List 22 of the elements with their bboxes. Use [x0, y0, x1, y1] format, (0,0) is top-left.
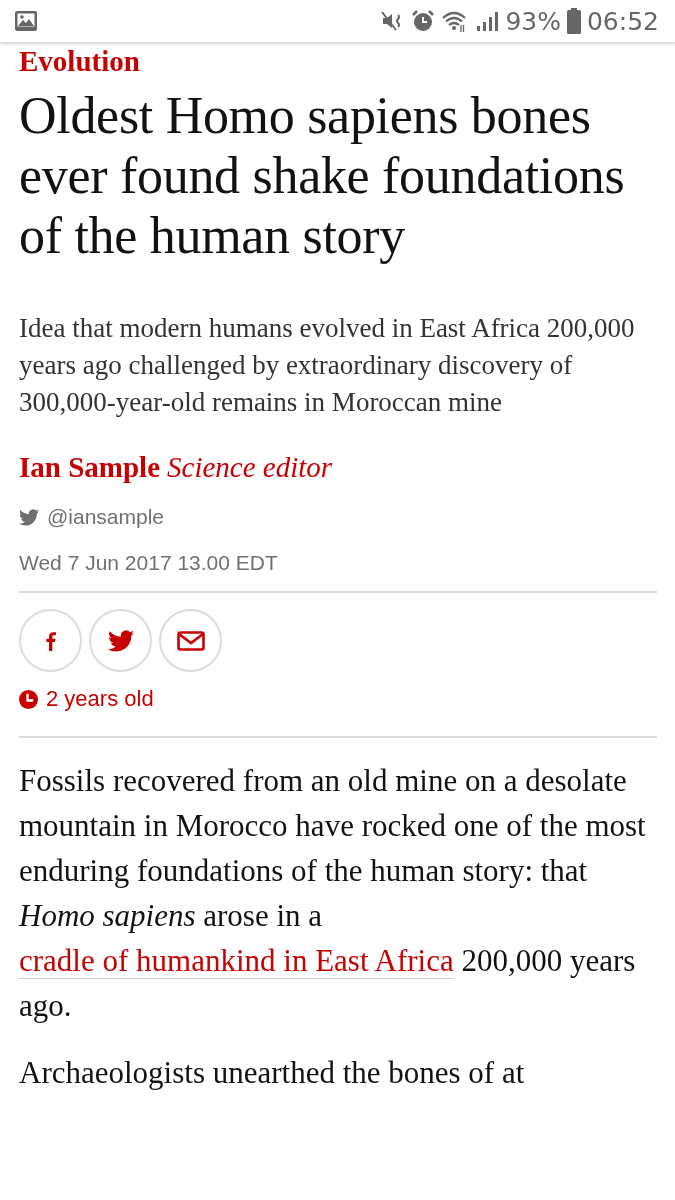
clock-icon — [19, 689, 38, 709]
article-age: 2 years old — [46, 686, 154, 712]
author-role: Science editor — [167, 450, 333, 485]
author-name[interactable]: Ian Sample — [19, 449, 160, 485]
bird-icon — [19, 508, 39, 526]
envelope-icon — [176, 630, 205, 651]
battery-percentage: 93% — [505, 8, 561, 34]
inline-link[interactable]: cradle of humankind in East Africa — [19, 943, 454, 979]
headline: Oldest Homo sapiens bones ever found shake foundations of the human story — [19, 86, 626, 266]
facebook-icon — [45, 629, 56, 652]
alarm-icon — [411, 9, 436, 33]
body-paragraph: Archaeologists unearthed the bones of at — [19, 1054, 526, 1092]
twitter-handle[interactable]: @iansample — [47, 505, 165, 529]
signal-icon — [475, 9, 500, 33]
gallery-icon — [14, 9, 38, 33]
battery-icon — [566, 8, 581, 34]
clock-time: 06:52 — [586, 8, 659, 34]
publish-date: Wed 7 Jun 2017 13.00 EDT — [19, 551, 278, 575]
section-label[interactable]: Evolution — [19, 44, 140, 78]
standfirst: Idea that modern humans evolved in East Africa 200,000 years ago challenged by extraordinary discovery of 300,000-year-old remains in Moroccan mine — [19, 312, 636, 419]
body-paragraph: Fossils recovered from an old mine on a desolate mountain in Morocco have rocked one of the most enduring foundations of the human story: that Homo sapiens arose in a cradle of humankind in East Africa 200,000 years ago. — [19, 762, 647, 1025]
twitter-icon — [107, 629, 134, 652]
